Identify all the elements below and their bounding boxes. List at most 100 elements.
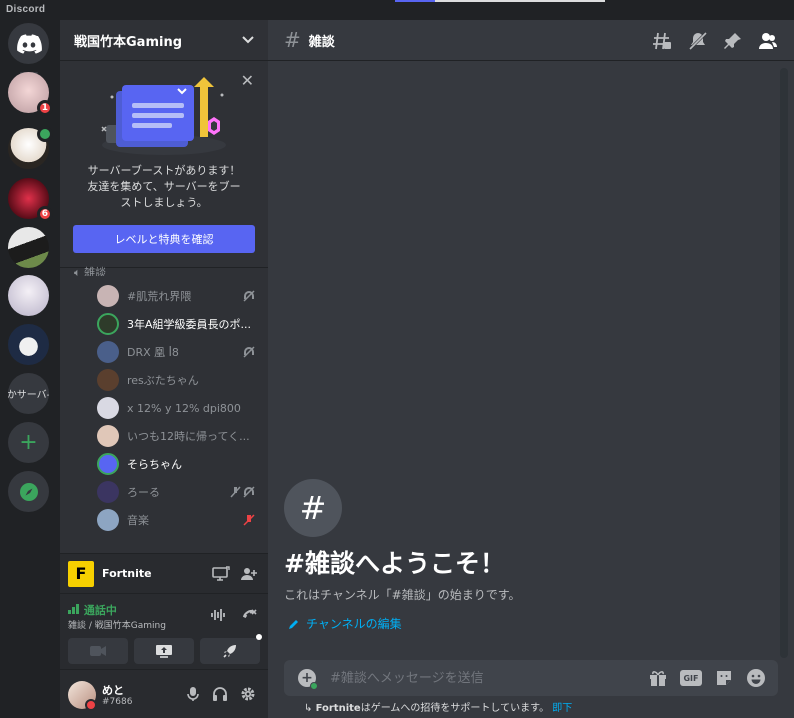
voice-member[interactable]: 音楽 [60,506,268,534]
screen-share-icon [156,645,172,658]
avatar [97,369,119,391]
server-muted-icon [243,514,255,526]
new-indicator [256,634,262,640]
member-name: #肌荒れ界隈 [127,290,192,303]
member-name: 音楽 [127,514,149,527]
avatar [97,453,119,475]
camera-icon [90,646,106,656]
muted-deafened-icon [230,486,255,498]
disconnect-icon[interactable] [240,607,258,623]
boost-description: サーバーブーストがあります！ 友達を集めて、サーバーをブー ストしましょう。 [70,163,258,211]
voice-member[interactable]: #肌荒れ界隈 [60,282,268,310]
member-name: 3年A組学級委員長のポ... [127,318,252,331]
member-name: resぶたちゃん [127,374,199,387]
server-avatar [8,227,49,268]
activity-game-name: Fortnite [102,567,152,580]
avatar [97,481,119,503]
microphone-icon[interactable] [186,686,200,702]
pencil-icon [289,619,298,629]
add-server-button[interactable]: + [8,422,49,463]
server-icon-6[interactable] [8,324,49,365]
home-button[interactable] [8,23,49,64]
notification-bell-muted-icon[interactable] [688,31,708,51]
voice-status-label: 通話中 [83,604,117,617]
channel-welcome-hashtag-icon: # [284,479,342,537]
channel-name: 雑談 [308,34,335,50]
voice-member[interactable]: x 12% y 12% dpi800 [60,394,268,422]
member-name: いつも12時に帰ってく... [127,430,250,443]
speaker-icon: 🔈︎ [74,266,81,276]
server-name: 戦国竹本Gaming [74,34,183,50]
invite-to-game-icon[interactable] [240,566,258,582]
mention-badge: 6 [36,206,53,222]
voice-member[interactable]: DRX 凰 ꟾ8 [60,338,268,366]
avatar [97,341,119,363]
server-icon-2[interactable] [8,126,53,169]
server-boost-promo: ✕ サーバーブーストがあります！ 友達を集めて、サーバーをブー ストしましょう。… [60,61,268,268]
avatar [97,397,119,419]
video-button[interactable] [68,638,128,664]
avatar [97,509,119,531]
plus-icon: + [19,429,38,455]
corner-arrow-icon: ↳ [304,703,313,714]
channel-header: # 雑談 [268,20,794,61]
hint-link[interactable]: 即下 [552,703,572,714]
edit-channel-link[interactable]: チャンネルの編集 [288,615,402,632]
server-icon-4[interactable] [8,227,49,268]
deafened-icon [243,290,255,302]
settings-gear-icon[interactable] [240,686,256,702]
welcome-description: これはチャンネル「#雑談」の始まりです。 [284,588,521,602]
discord-logo-icon [8,23,49,64]
explore-servers-button[interactable] [8,471,49,512]
message-input[interactable] [330,667,630,689]
noise-suppression-icon[interactable] [210,608,226,622]
view-perks-button[interactable]: レベルと特典を確認 [73,225,255,253]
compass-icon [19,482,38,501]
voice-status[interactable]: 通話中 [68,602,117,618]
server-rail: 1 6 かサーバ- + [0,20,58,718]
headphones-icon[interactable] [212,686,228,702]
pin-icon[interactable] [723,31,743,51]
username: めと [102,684,124,697]
rocket-icon [223,645,236,658]
gif-button[interactable]: GIF [680,670,702,686]
avatar [97,313,119,335]
member-name: ろーる [127,486,160,499]
voice-member[interactable]: いつも12時に帰ってく... [60,422,268,450]
title-bar: Discord [0,0,794,20]
server-avatar [8,324,49,365]
activity-bar: F Fortnite [60,553,268,593]
message-scrollbar[interactable] [780,68,788,658]
server-icon-3[interactable]: 6 [8,178,53,222]
app-wordmark: Discord [6,4,46,15]
signal-icon [68,604,79,614]
screen-share-button[interactable] [134,638,194,664]
emoji-icon[interactable] [746,668,766,688]
server-icon-text[interactable]: かサーバ- [8,373,49,414]
activities-button[interactable] [200,634,262,664]
gift-icon[interactable] [648,668,668,688]
server-icon-1[interactable]: 1 [8,72,53,116]
voice-member[interactable]: そらちゃん [60,450,268,478]
welcome-title: #雑談へようこそ！ [284,549,505,578]
mention-badge: 1 [36,100,53,116]
sticker-icon[interactable] [714,668,734,688]
server-header[interactable]: 戦国竹本Gaming [60,20,268,61]
member-name: そらちゃん [127,458,182,471]
voice-channel-header[interactable]: 🔈︎ 雑談 [74,264,106,276]
threads-icon[interactable] [652,31,672,51]
member-list-icon[interactable] [758,31,778,51]
voice-member[interactable]: resぶたちゃん [60,366,268,394]
channel-sidebar: 戦国竹本Gaming ✕ サーバーブーストがあります！ 友達を集めて、サーバーを… [60,20,268,718]
voice-member[interactable]: ろーる [60,478,268,506]
edit-channel-label: チャンネルの編集 [306,617,402,631]
user-tag: #7686 [102,697,133,707]
avatar [97,285,119,307]
discord-window: Discord 1 6 かサーバ- + 戦国竹本Gaming ✕ サーバーブース… [0,0,794,718]
server-icon-5[interactable] [8,275,49,316]
screen-share-icon[interactable] [212,565,230,582]
close-icon[interactable]: ✕ [241,71,254,90]
voice-member[interactable]: 3年A組学級委員長のポ... [60,310,268,338]
voice-active-icon [37,126,53,142]
deafened-icon [243,346,255,358]
